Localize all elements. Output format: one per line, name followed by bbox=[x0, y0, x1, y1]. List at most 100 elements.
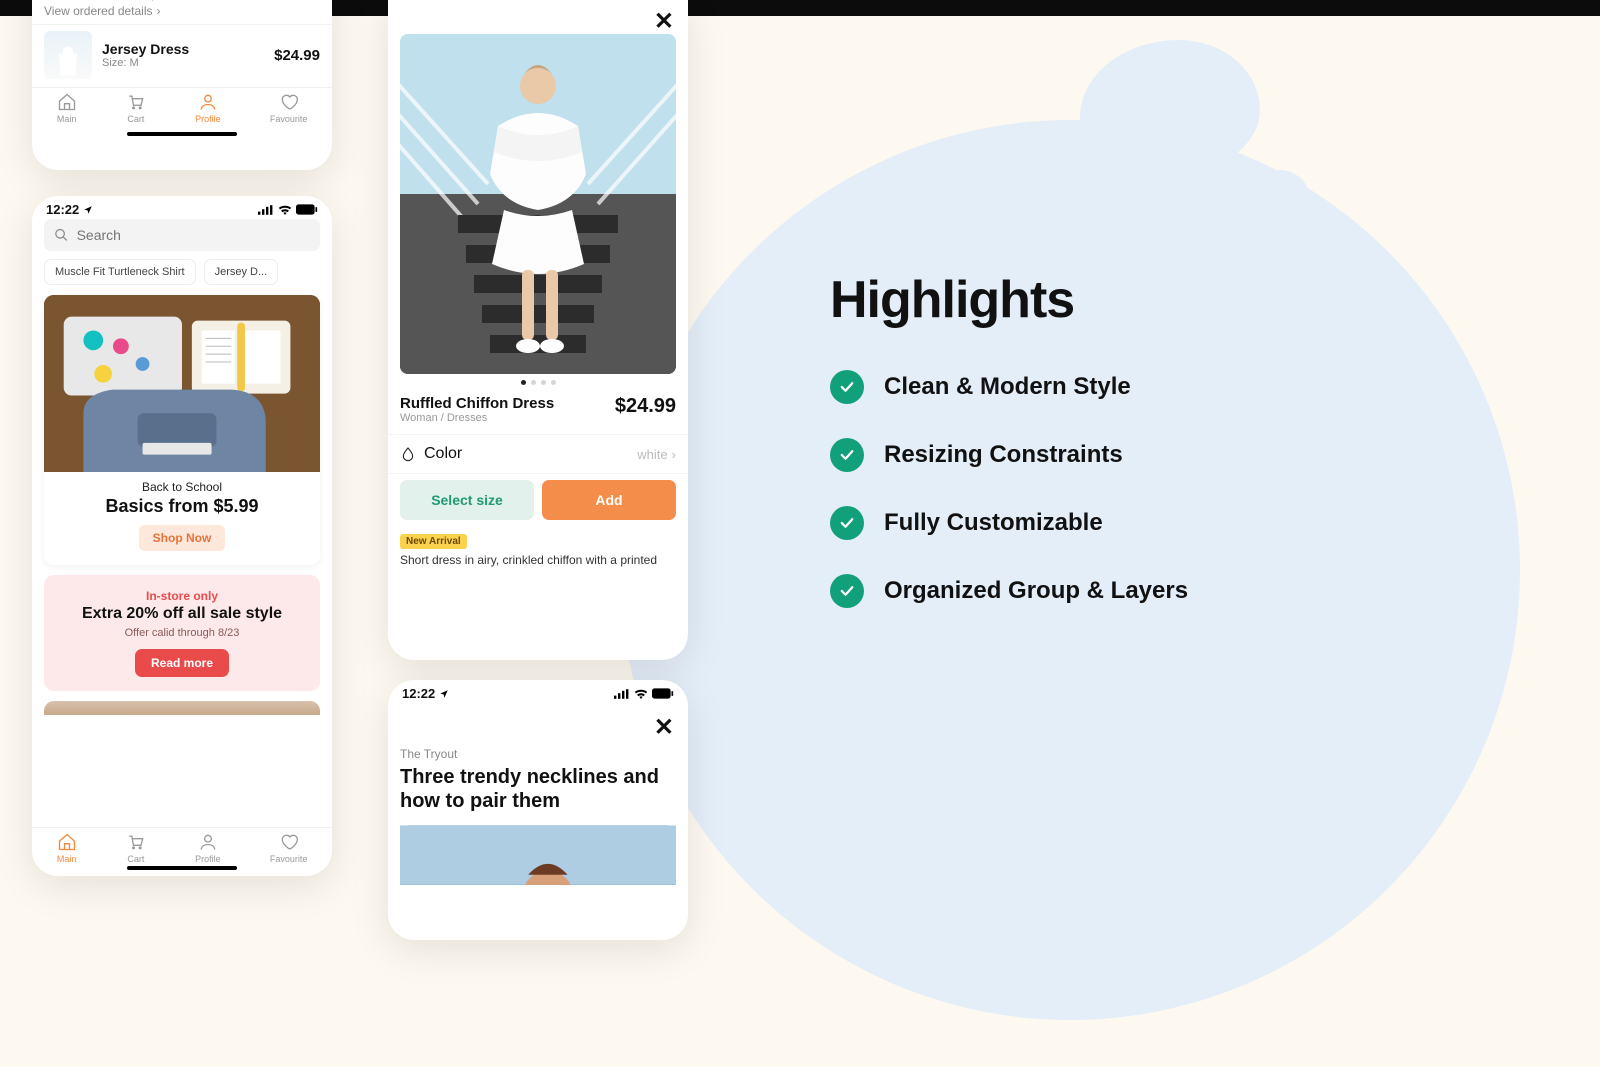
view-order-details-label: View ordered details bbox=[44, 4, 153, 18]
highlight-text: Resizing Constraints bbox=[884, 441, 1123, 469]
search-input[interactable] bbox=[77, 227, 310, 243]
wifi-icon bbox=[278, 205, 292, 215]
suggestion-chips: Muscle Fit Turtleneck Shirt Jersey D... bbox=[32, 259, 332, 291]
sale-card[interactable]: In-store only Extra 20% off all sale sty… bbox=[44, 575, 320, 691]
chevron-right-icon: › bbox=[672, 447, 676, 462]
highlight-item: Fully Customizable bbox=[830, 506, 1370, 540]
article-title: Three trendy necklines and how to pair t… bbox=[388, 765, 688, 813]
highlights-section: Highlights Clean & Modern Style Resizing… bbox=[830, 270, 1370, 642]
select-size-button[interactable]: Select size bbox=[400, 480, 534, 520]
chevron-right-icon: › bbox=[157, 4, 161, 18]
home-icon bbox=[57, 92, 77, 112]
close-icon[interactable]: ✕ bbox=[654, 716, 674, 740]
tab-cart-label: Cart bbox=[127, 854, 144, 864]
highlight-text: Clean & Modern Style bbox=[884, 373, 1131, 401]
shop-now-button[interactable]: Shop Now bbox=[139, 525, 226, 551]
search-icon bbox=[54, 227, 69, 243]
tab-favourite-label: Favourite bbox=[270, 114, 308, 124]
order-item-price: $24.99 bbox=[274, 47, 320, 64]
view-order-details-link[interactable]: View ordered details › bbox=[32, 2, 332, 24]
new-arrival-badge: New Arrival bbox=[400, 534, 467, 549]
phone-product-detail: ✕ Ruffled Chiffo bbox=[388, 0, 688, 660]
heart-icon bbox=[279, 832, 299, 852]
battery-icon bbox=[652, 688, 674, 699]
check-icon bbox=[830, 370, 864, 404]
color-label: Color bbox=[424, 445, 462, 463]
location-arrow-icon bbox=[439, 689, 449, 699]
highlight-item: Clean & Modern Style bbox=[830, 370, 1370, 404]
location-arrow-icon bbox=[83, 205, 93, 215]
product-hero-image[interactable] bbox=[400, 34, 676, 374]
order-item-name: Jersey Dress bbox=[102, 41, 264, 57]
chip-item[interactable]: Muscle Fit Turtleneck Shirt bbox=[44, 259, 196, 285]
order-delivered-line: Delivered on Mar 11, 2020 bbox=[44, 0, 185, 2]
sale-subtext: Offer calid through 8/23 bbox=[56, 627, 308, 639]
tab-main-label: Main bbox=[57, 854, 77, 864]
signal-icon bbox=[614, 689, 630, 699]
tab-cart[interactable]: Cart bbox=[126, 92, 146, 124]
profile-icon bbox=[198, 92, 218, 112]
cart-icon bbox=[126, 832, 146, 852]
promo-eyebrow: Back to School bbox=[56, 480, 308, 494]
status-bar: 12:22 bbox=[388, 680, 688, 703]
article-hero-image bbox=[400, 825, 676, 885]
order-item-thumb bbox=[44, 31, 92, 79]
add-button[interactable]: Add bbox=[542, 480, 676, 520]
status-bar: 12:22 bbox=[32, 196, 332, 219]
phone-article: 12:22 ✕ The Tryout Three trendy neckline… bbox=[388, 680, 688, 940]
highlights-title: Highlights bbox=[830, 270, 1370, 330]
tab-main[interactable]: Main bbox=[57, 92, 77, 124]
order-total: Total: $24.99 bbox=[251, 0, 320, 2]
article-tag: The Tryout bbox=[388, 703, 688, 765]
wifi-icon bbox=[634, 689, 648, 699]
tab-cart[interactable]: Cart bbox=[126, 832, 146, 864]
bg-blob-dot bbox=[1250, 170, 1310, 230]
tab-profile[interactable]: Profile bbox=[195, 832, 221, 864]
tab-favourite[interactable]: Favourite bbox=[270, 92, 308, 124]
highlight-item: Resizing Constraints bbox=[830, 438, 1370, 472]
sale-tag: In-store only bbox=[56, 589, 308, 603]
next-card-peek bbox=[44, 701, 320, 715]
promo-image bbox=[44, 295, 320, 470]
product-title: Ruffled Chiffon Dress bbox=[400, 395, 554, 412]
tab-profile-label: Profile bbox=[195, 114, 221, 124]
promo-headline: Basics from $5.99 bbox=[56, 496, 308, 517]
sale-headline: Extra 20% off all sale style bbox=[56, 605, 308, 623]
tab-main[interactable]: Main bbox=[57, 832, 77, 864]
product-description: Short dress in airy, crinkled chiffon wi… bbox=[388, 553, 688, 577]
tab-profile[interactable]: Profile bbox=[195, 92, 221, 124]
close-icon[interactable]: ✕ bbox=[654, 10, 674, 34]
chip-item[interactable]: Jersey D... bbox=[204, 259, 279, 285]
home-indicator bbox=[127, 132, 237, 136]
highlight-item: Organized Group & Layers bbox=[830, 574, 1370, 608]
home-indicator bbox=[127, 866, 237, 870]
drop-icon bbox=[400, 446, 416, 462]
color-selector-row[interactable]: Color white › bbox=[388, 434, 688, 474]
check-icon bbox=[830, 574, 864, 608]
heart-icon bbox=[279, 92, 299, 112]
check-icon bbox=[830, 506, 864, 540]
check-icon bbox=[830, 438, 864, 472]
signal-icon bbox=[258, 205, 274, 215]
home-icon bbox=[57, 832, 77, 852]
read-more-button[interactable]: Read more bbox=[135, 649, 229, 677]
tab-bar: Main Cart Profile Favourite bbox=[32, 87, 332, 130]
tab-favourite[interactable]: Favourite bbox=[270, 832, 308, 864]
color-value: white bbox=[637, 447, 667, 462]
highlight-text: Organized Group & Layers bbox=[884, 577, 1188, 605]
battery-icon bbox=[296, 204, 318, 215]
order-item-row[interactable]: Jersey Dress Size: M $24.99 bbox=[32, 24, 332, 87]
tab-main-label: Main bbox=[57, 114, 77, 124]
tab-cart-label: Cart bbox=[127, 114, 144, 124]
search-box[interactable] bbox=[44, 219, 320, 251]
order-item-size: Size: M bbox=[102, 57, 264, 69]
tab-profile-label: Profile bbox=[195, 854, 221, 864]
tab-favourite-label: Favourite bbox=[270, 854, 308, 864]
product-price: $24.99 bbox=[615, 395, 676, 418]
product-category: Woman / Dresses bbox=[400, 412, 554, 424]
cart-icon bbox=[126, 92, 146, 112]
phone-home-search: 12:22 Muscle Fit Turtleneck Shirt Jersey… bbox=[32, 196, 332, 876]
phone-order-summary: Delivered on Mar 11, 2020 Total: $24.99 … bbox=[32, 0, 332, 170]
promo-card[interactable]: Back to School Basics from $5.99 Shop No… bbox=[44, 295, 320, 565]
tab-bar: Main Cart Profile Favourite bbox=[32, 827, 332, 870]
